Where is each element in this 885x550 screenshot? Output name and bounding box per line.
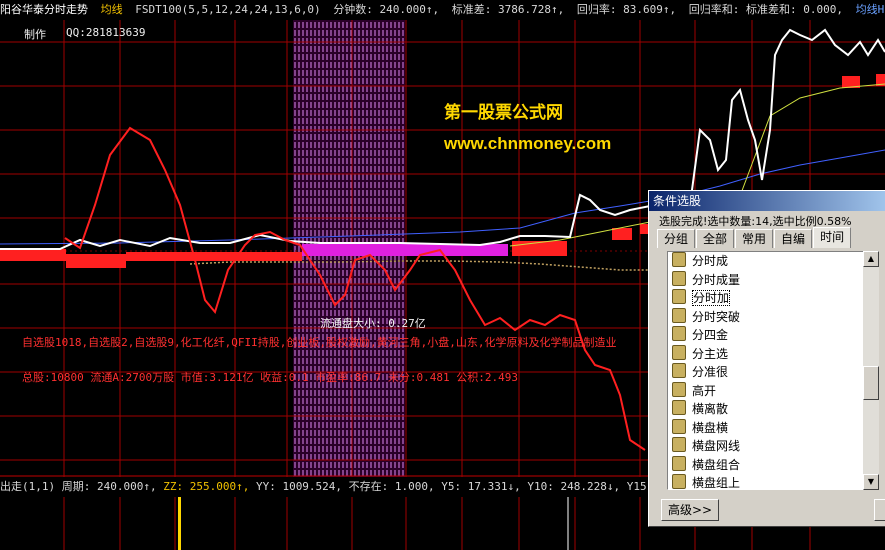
list-scrollbar[interactable]: ▲ ▼ <box>863 251 879 490</box>
sub-missing: 不存在: 1.000, <box>348 480 435 493</box>
formula-icon <box>672 474 686 489</box>
list-item[interactable]: 横离散 <box>668 400 864 419</box>
formula-icon <box>672 437 686 452</box>
sub-yy: YY: 1009.524, <box>255 480 343 493</box>
sub-indicator-name[interactable]: 出走(1,1) <box>0 480 55 493</box>
sub-period: 周期: 240.000↑, <box>61 480 157 493</box>
tab-group[interactable]: 分组 <box>657 229 696 248</box>
list-item[interactable]: 分时成 <box>668 252 864 271</box>
list-item[interactable]: 分时突破 <box>668 307 864 327</box>
list-item[interactable]: 横盘组合 <box>668 455 864 475</box>
formula-icon <box>672 326 686 341</box>
tab-all[interactable]: 全部 <box>696 229 735 248</box>
list-item[interactable]: 分四金 <box>668 326 864 345</box>
stock-filter-dialog: 条件选股 选股完成!选中数量:14,选中比例0.58% 分组 全部 常用 自编 … <box>648 190 885 527</box>
ma-value: 均线H: 11.422 <box>855 3 885 16</box>
list-item[interactable]: 分准很 <box>668 363 864 382</box>
minutes-value: 分钟数: 240.000↑, <box>333 3 440 16</box>
sub-zz: ZZ: 255.000↑, <box>163 480 250 493</box>
formula-icon <box>672 363 686 378</box>
reg-rate-value: 回归率: 83.609↑, <box>576 3 677 16</box>
float-cap-label: 流通盘大小: 0.27亿 <box>320 317 426 330</box>
dialog-tabs: 分组 全部 常用 自编 时间 <box>657 227 852 249</box>
dotted-line <box>189 260 650 271</box>
formula-icon <box>672 252 686 267</box>
tab-custom[interactable]: 自编 <box>774 229 813 248</box>
dialog-side-button[interactable] <box>874 499 885 521</box>
sub-y10: Y10: 248.228↓, <box>527 480 621 493</box>
formula-icon <box>672 455 686 471</box>
formula-icon <box>672 307 686 323</box>
list-item[interactable]: 分主选 <box>668 344 864 364</box>
tab-time[interactable]: 时间 <box>813 227 852 248</box>
list-item-selected[interactable]: 分时加 <box>668 289 864 308</box>
formula-label: FSDT100(5,5,12,24,24,13,6,0) <box>135 3 321 16</box>
stock-title: 阳谷华泰分时走势 <box>0 3 88 16</box>
list-item[interactable]: 横盘横 <box>668 418 864 438</box>
list-item[interactable]: 分时成量 <box>668 270 864 290</box>
stddev-value: 标准差: 3786.728↑, <box>451 3 565 16</box>
formula-icon <box>672 270 686 286</box>
watermark-title: 第一股票公式网 <box>444 103 563 123</box>
scroll-thumb[interactable] <box>863 366 879 400</box>
sub-y5: Y5: 17.331↓, <box>441 480 521 493</box>
formula-icon <box>672 289 686 304</box>
list-item[interactable]: 高开 <box>668 381 864 401</box>
formula-list[interactable]: 分时成 分时成量 分时加 分时突破 分四金 分主选 分准很 高开 横离散 横盘横… <box>667 251 865 490</box>
advanced-button[interactable]: 高级>> <box>661 499 719 521</box>
scroll-up-icon[interactable]: ▲ <box>863 251 879 267</box>
stock-tags: 自选股1018,自选股2,自选股9,化工化纤,QFII持股,创业板,股权激励,黄… <box>22 336 617 349</box>
list-item[interactable]: 横盘组上 <box>668 474 864 489</box>
dialog-title[interactable]: 条件选股 <box>649 191 885 211</box>
maker-label: 制作 <box>24 28 46 41</box>
tab-common[interactable]: 常用 <box>735 229 774 248</box>
maker-qq: QQ:281813639 <box>66 26 146 39</box>
watermark-url: www.chnmoney.com <box>444 134 612 153</box>
formula-icon <box>672 400 686 415</box>
scroll-down-icon[interactable]: ▼ <box>863 474 879 490</box>
formula-icon <box>672 418 686 434</box>
formula-icon <box>672 344 686 360</box>
mode-label[interactable]: 均线 <box>101 3 123 16</box>
header-bar: 阳谷华泰分时走势 均线 FSDT100(5,5,12,24,24,13,6,0)… <box>0 0 885 20</box>
formula-icon <box>672 381 686 397</box>
reg-sum-value: 回归率和: 标准差和: 0.000, <box>688 3 843 16</box>
stock-stats: 总股:10800 流通A:2700万股 市值:3.121亿 收益:0.1 市盈率… <box>22 371 519 384</box>
list-item[interactable]: 横盘网线 <box>668 437 864 456</box>
